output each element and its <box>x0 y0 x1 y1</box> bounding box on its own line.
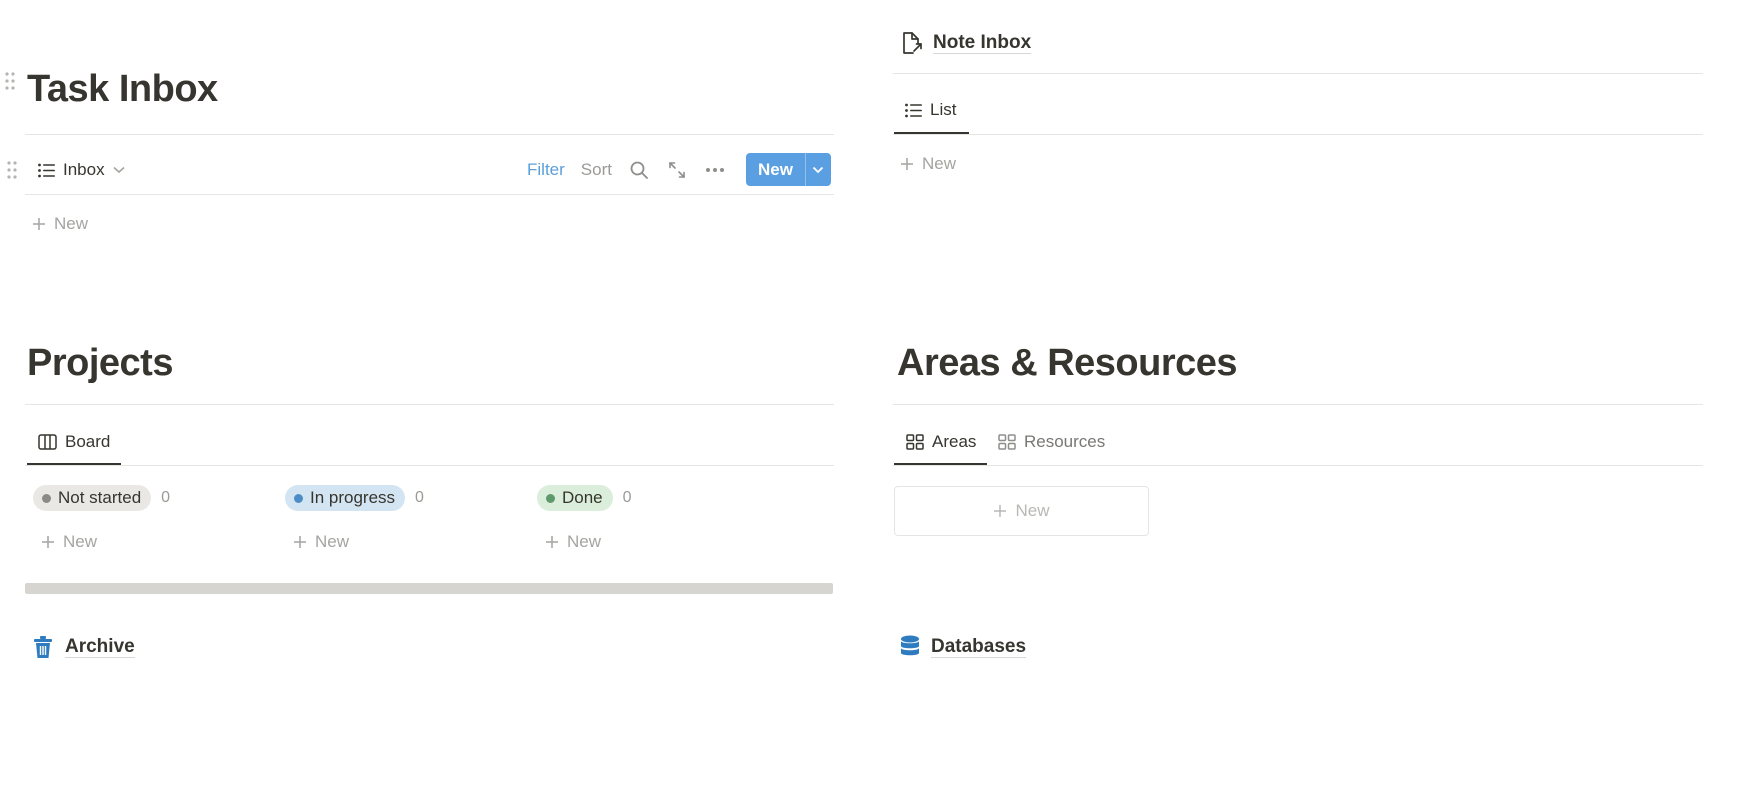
search-icon[interactable] <box>628 159 650 181</box>
divider <box>893 404 1703 405</box>
database-toolbar: Filter Sort New <box>527 153 831 186</box>
page-link-arrow-icon <box>901 31 923 55</box>
horizontal-scrollbar[interactable] <box>25 583 833 594</box>
databases-link[interactable]: Databases <box>899 635 1027 659</box>
add-new-label: New <box>54 214 89 233</box>
add-new-row[interactable]: New <box>900 154 956 174</box>
divider <box>25 194 834 195</box>
new-button[interactable]: New <box>745 153 831 186</box>
note-inbox-link[interactable]: Note Inbox <box>901 31 1032 55</box>
more-options-icon[interactable] <box>704 159 726 181</box>
view-selector-inbox[interactable]: Inbox <box>38 160 125 180</box>
board-icon <box>38 434 57 450</box>
status-label: Done <box>562 488 603 507</box>
tab-areas[interactable]: Areas <box>906 432 976 462</box>
view-label: Inbox <box>63 160 105 179</box>
tab-resources[interactable]: Resources <box>998 432 1105 462</box>
plus-icon <box>293 535 307 549</box>
task-inbox-title: Task Inbox <box>27 68 218 110</box>
new-gallery-card[interactable]: New <box>894 486 1149 536</box>
chevron-down-icon <box>113 166 125 174</box>
plus-icon <box>41 535 55 549</box>
tab-list[interactable]: List <box>905 100 956 130</box>
divider <box>893 134 1703 135</box>
divider <box>25 465 834 466</box>
note-inbox-title: Note Inbox <box>933 31 1032 55</box>
tab-label: Board <box>65 432 111 451</box>
status-dot <box>546 493 555 503</box>
tab-board[interactable]: Board <box>38 432 110 462</box>
new-button-label[interactable]: New <box>746 153 805 186</box>
add-new-label: New <box>922 154 957 173</box>
tab-label: Resources <box>1024 432 1106 451</box>
divider <box>25 404 834 405</box>
archive-title: Archive <box>65 635 135 659</box>
status-dot <box>294 493 303 503</box>
drag-handle-icon[interactable] <box>7 161 17 179</box>
add-new-label: New <box>567 532 602 551</box>
filter-button[interactable]: Filter <box>527 160 565 180</box>
board-column-header: Done 0 <box>537 485 632 511</box>
board-column-header: In progress 0 <box>285 485 424 511</box>
gallery-icon <box>906 434 924 450</box>
divider <box>25 134 834 135</box>
column-count: 0 <box>415 489 424 506</box>
divider <box>893 465 1703 466</box>
projects-title: Projects <box>27 342 173 384</box>
database-icon <box>899 635 921 659</box>
add-new-label: New <box>315 532 350 551</box>
gallery-icon <box>998 434 1016 450</box>
status-badge[interactable]: Done <box>537 485 613 511</box>
column-count: 0 <box>161 489 171 506</box>
status-label: Not started <box>58 488 142 507</box>
status-dot <box>42 493 51 503</box>
plus-icon <box>993 504 1007 518</box>
list-icon <box>38 163 55 178</box>
status-badge[interactable]: In progress <box>285 485 406 511</box>
status-label: In progress <box>310 488 396 507</box>
add-new-label: New <box>63 532 98 551</box>
archive-link[interactable]: Archive <box>31 635 135 659</box>
new-dropdown-chevron-icon[interactable] <box>804 153 831 186</box>
status-badge[interactable]: Not started <box>33 485 152 511</box>
tab-label: Areas <box>932 432 977 451</box>
databases-title: Databases <box>931 635 1027 659</box>
plus-icon <box>32 217 46 231</box>
trash-icon <box>31 635 55 659</box>
list-icon <box>905 103 922 118</box>
board-column-header: Not started 0 <box>33 485 170 511</box>
plus-icon <box>900 157 914 171</box>
drag-handle-icon[interactable] <box>5 72 15 90</box>
column-count: 0 <box>622 489 632 506</box>
add-new-card[interactable]: New <box>545 532 601 552</box>
add-new-row[interactable]: New <box>32 214 88 234</box>
areas-resources-title: Areas & Resources <box>897 342 1238 384</box>
tab-label: List <box>930 100 957 119</box>
divider <box>893 73 1703 74</box>
add-new-label: New <box>1015 501 1050 520</box>
add-new-card[interactable]: New <box>41 532 97 552</box>
expand-icon[interactable] <box>666 159 688 181</box>
sort-button[interactable]: Sort <box>581 160 612 180</box>
plus-icon <box>545 535 559 549</box>
add-new-card[interactable]: New <box>293 532 349 552</box>
